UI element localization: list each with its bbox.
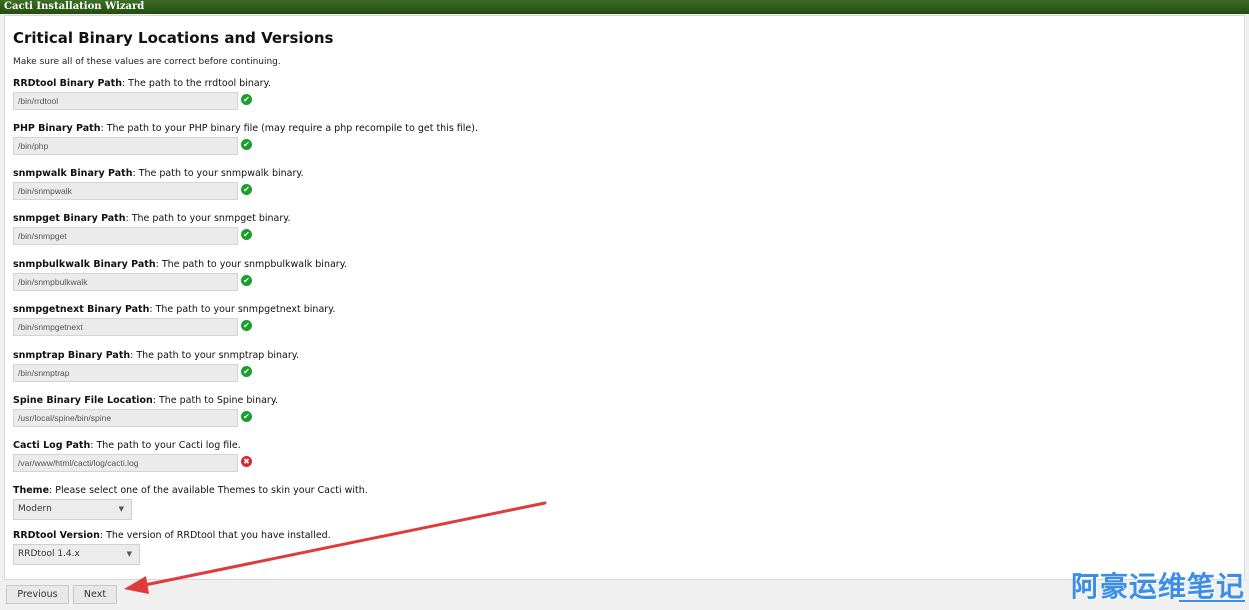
field-label: Spine Binary File Location: The path to … (13, 395, 278, 406)
field-name: RRDtool Binary Path (13, 78, 122, 89)
window-titlebar: Cacti Installation Wizard (0, 0, 1249, 14)
field-label: snmpbulkwalk Binary Path: The path to yo… (13, 259, 347, 270)
field-description: : The path to your Cacti log file. (90, 440, 241, 451)
cacti-log-path-input[interactable] (13, 454, 238, 472)
field-php-path: PHP Binary Path: The path to your PHP bi… (13, 123, 478, 157)
field-description: : The path to your PHP binary file (may … (100, 123, 478, 134)
chevron-down-icon: ▼ (118, 505, 124, 513)
field-name: snmpwalk Binary Path (13, 168, 133, 179)
installation-wizard-window: Cacti Installation Wizard Critical Binar… (0, 0, 1249, 610)
check-icon: ✔ (241, 94, 252, 105)
error-icon: ✖ (241, 456, 252, 467)
wizard-button-bar: Previous Next (0, 580, 1249, 610)
watermark-text: 阿豪运维笔记 (1070, 570, 1245, 603)
rrdtool-path-input[interactable] (13, 92, 238, 110)
rrdtool-version-select[interactable]: RRDtool 1.4.x ▼ (13, 544, 140, 565)
check-icon: ✔ (241, 184, 252, 195)
rrdtool-version-selected-value: RRDtool 1.4.x (18, 549, 80, 559)
snmptrap-path-input[interactable] (13, 364, 238, 382)
field-snmpbulkwalk-path: snmpbulkwalk Binary Path: The path to yo… (13, 259, 347, 293)
field-name: PHP Binary Path (13, 123, 101, 134)
field-label: Theme: Please select one of the availabl… (13, 485, 368, 496)
wizard-content-panel: Critical Binary Locations and Versions M… (4, 15, 1245, 580)
field-description: : The path to your snmpwalk binary. (132, 168, 304, 179)
check-icon: ✔ (241, 229, 252, 240)
field-description: : Please select one of the available The… (49, 485, 368, 496)
field-rrdtool-version: RRDtool Version: The version of RRDtool … (13, 530, 331, 568)
field-description: : The path to your snmptrap binary. (130, 350, 300, 361)
next-button[interactable]: Next (73, 585, 117, 604)
watermark-underline (1179, 600, 1245, 602)
check-icon: ✔ (241, 366, 252, 377)
field-description: : The path to your snmpgetnext binary. (149, 304, 336, 315)
field-cacti-log-path: Cacti Log Path: The path to your Cacti l… (13, 440, 252, 474)
field-label: snmpget Binary Path: The path to your sn… (13, 213, 291, 224)
field-description: : The path to your snmpget binary. (125, 213, 291, 224)
previous-button[interactable]: Previous (6, 585, 69, 604)
field-name: Cacti Log Path (13, 440, 91, 451)
field-label: Cacti Log Path: The path to your Cacti l… (13, 440, 241, 451)
field-spine-path: Spine Binary File Location: The path to … (13, 395, 278, 429)
snmpbulkwalk-path-input[interactable] (13, 273, 238, 291)
field-label: snmptrap Binary Path: The path to your s… (13, 350, 299, 361)
theme-select[interactable]: Modern ▼ (13, 499, 132, 520)
field-name: RRDtool Version (13, 530, 100, 541)
check-icon: ✔ (241, 275, 252, 286)
field-label: RRDtool Binary Path: The path to the rrd… (13, 78, 271, 89)
field-rrdtool-path: RRDtool Binary Path: The path to the rrd… (13, 78, 271, 112)
field-description: : The path to your snmpbulkwalk binary. (155, 259, 347, 270)
field-name: snmpget Binary Path (13, 213, 126, 224)
field-theme: Theme: Please select one of the availabl… (13, 485, 368, 523)
check-icon: ✔ (241, 411, 252, 422)
field-name: Spine Binary File Location (13, 395, 153, 406)
field-snmpwalk-path: snmpwalk Binary Path: The path to your s… (13, 168, 304, 202)
page-heading: Critical Binary Locations and Versions (13, 29, 334, 47)
field-label: snmpgetnext Binary Path: The path to you… (13, 304, 335, 315)
field-description: : The version of RRDtool that you have i… (99, 530, 331, 541)
field-description: : The path to the rrdtool binary. (121, 78, 271, 89)
intro-text: Make sure all of these values are correc… (13, 57, 281, 67)
snmpwalk-path-input[interactable] (13, 182, 238, 200)
field-name: snmpgetnext Binary Path (13, 304, 150, 315)
php-path-input[interactable] (13, 137, 238, 155)
field-name: Theme (13, 485, 50, 496)
field-label: PHP Binary Path: The path to your PHP bi… (13, 123, 478, 134)
theme-selected-value: Modern (18, 504, 52, 514)
chevron-down-icon: ▼ (126, 550, 132, 558)
snmpget-path-input[interactable] (13, 227, 238, 245)
spine-path-input[interactable] (13, 409, 238, 427)
field-snmpget-path: snmpget Binary Path: The path to your sn… (13, 213, 291, 247)
field-label: RRDtool Version: The version of RRDtool … (13, 530, 331, 541)
check-icon: ✔ (241, 320, 252, 331)
field-description: : The path to Spine binary. (152, 395, 279, 406)
check-icon: ✔ (241, 139, 252, 150)
field-snmptrap-path: snmptrap Binary Path: The path to your s… (13, 350, 299, 384)
field-label: snmpwalk Binary Path: The path to your s… (13, 168, 304, 179)
snmpgetnext-path-input[interactable] (13, 318, 238, 336)
field-name: snmpbulkwalk Binary Path (13, 259, 156, 270)
field-name: snmptrap Binary Path (13, 350, 131, 361)
field-snmpgetnext-path: snmpgetnext Binary Path: The path to you… (13, 304, 335, 338)
